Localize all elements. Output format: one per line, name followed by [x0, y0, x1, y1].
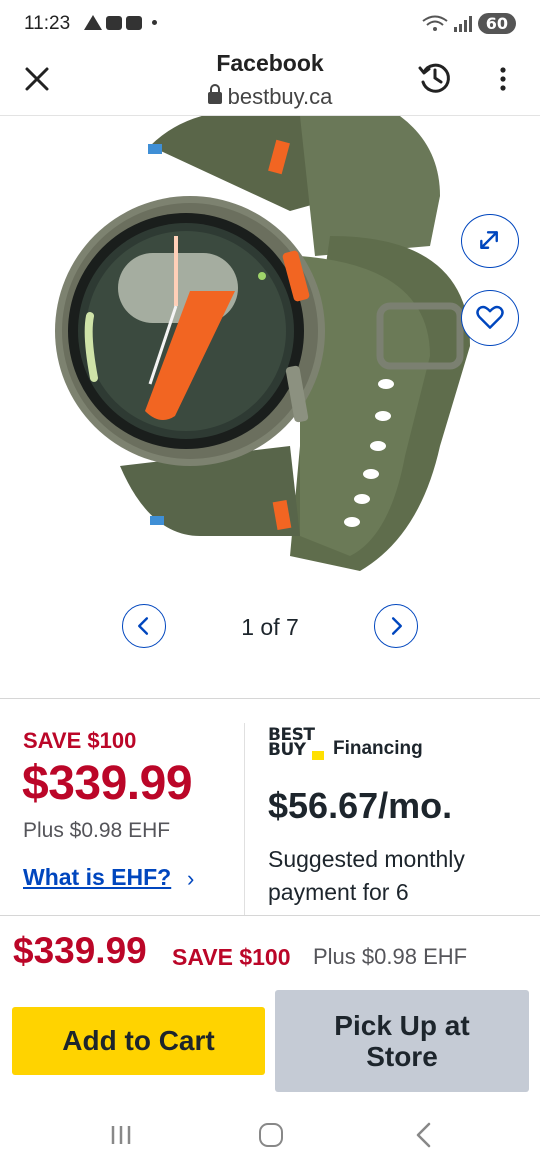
vertical-divider: [244, 723, 245, 915]
nav-recents-icon[interactable]: [110, 1124, 132, 1146]
nav-home-icon[interactable]: [259, 1123, 283, 1147]
monthly-price: $56.67/mo.: [268, 785, 453, 826]
signal-icon: [453, 15, 472, 32]
lock-icon: [207, 84, 222, 104]
monthly-description: Suggested monthly payment for 6: [268, 846, 465, 905]
wifi-icon: [422, 15, 448, 31]
sticky-price: $339.99: [13, 930, 147, 971]
best-buy-logo: BEST BUY: [268, 727, 326, 762]
carousel-page-indicator: 1 of 7: [241, 614, 299, 640]
android-nav-bar: [0, 1100, 540, 1170]
expand-icon[interactable]: [461, 214, 519, 268]
status-time: 11:23: [24, 13, 71, 34]
more-vert-icon[interactable]: [490, 64, 516, 94]
notification-icons: [84, 15, 157, 30]
what-is-ehf-link[interactable]: What is EHF?: [23, 864, 171, 891]
youtube-icon: [106, 15, 122, 30]
logo-tag-icon: [312, 751, 324, 760]
url-bar[interactable]: bestbuy.ca: [0, 84, 540, 110]
pick-up-at-store-button[interactable]: Pick Up at Store: [275, 990, 529, 1092]
chevron-left-icon[interactable]: [122, 604, 166, 648]
battery-indicator: 60: [477, 13, 516, 34]
add-to-cart-button[interactable]: Add to Cart: [12, 1007, 265, 1075]
history-icon[interactable]: [417, 60, 453, 96]
system-icons: 60: [422, 13, 516, 34]
divider: [0, 915, 540, 916]
ehf-note: Plus $0.98 EHF: [23, 819, 171, 842]
product-image[interactable]: [0, 116, 540, 586]
browser-header: Facebook bestbuy.ca: [0, 48, 540, 116]
sticky-save-label: SAVE $100: [172, 944, 291, 970]
chevron-right-icon[interactable]: [374, 604, 418, 648]
financing-label: Financing: [333, 738, 423, 759]
save-label: SAVE $100: [23, 728, 137, 753]
divider: [0, 698, 540, 699]
page-title: Facebook: [216, 50, 324, 76]
sale-price: $339.99: [22, 757, 193, 810]
warning-icon: [84, 15, 102, 30]
status-bar: 11:23 60: [0, 0, 540, 48]
chevron-right-icon: ›: [187, 866, 195, 891]
url-text: bestbuy.ca: [227, 84, 333, 109]
smartwatch-image: [55, 116, 470, 571]
more-notifications-icon: [152, 20, 157, 25]
youtube-icon: [126, 15, 142, 30]
sticky-ehf-note: Plus $0.98 EHF: [313, 944, 468, 969]
nav-back-icon[interactable]: [414, 1122, 434, 1148]
heart-icon[interactable]: [461, 290, 519, 346]
